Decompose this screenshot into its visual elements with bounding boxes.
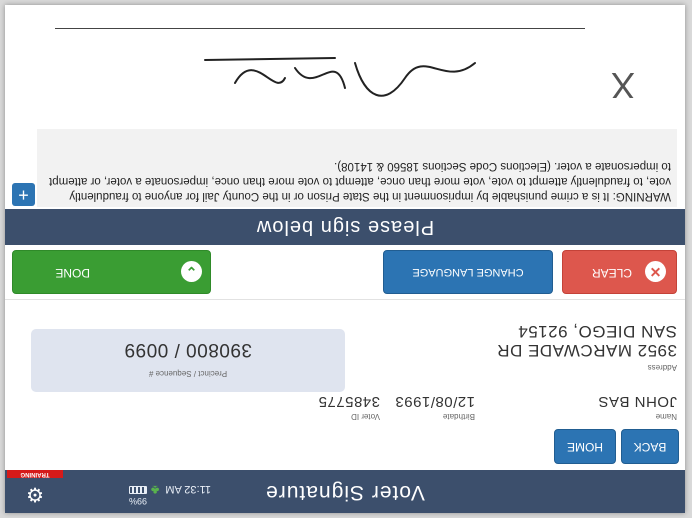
signature-line — [55, 28, 585, 29]
voter-name: JOHN BAS — [597, 393, 677, 410]
clear-label: CLEAR — [591, 266, 632, 280]
clear-button[interactable]: ✕ CLEAR — [562, 250, 677, 294]
change-language-button[interactable]: CHANGE LANGUAGE — [383, 250, 553, 294]
name-label: Name — [655, 412, 677, 421]
battery-indicator: 99% — [127, 486, 149, 506]
voter-id-label: Voter ID — [351, 412, 380, 421]
address-line2: SAN DIEGO, 92154 — [517, 322, 677, 341]
done-button[interactable]: ⌄ DONE — [12, 250, 211, 294]
sign-prompt-bar: Please sign below — [5, 209, 685, 245]
signature-x-mark: X — [610, 65, 635, 106]
battery-text: 99% — [129, 496, 148, 506]
page-title: Voter Signature — [265, 481, 425, 504]
home-button[interactable]: HOME — [554, 429, 616, 464]
address-label: Address — [647, 363, 677, 372]
warning-text: WARNING: It is a crime punishable by imp… — [37, 129, 677, 207]
close-icon: ✕ — [645, 261, 666, 282]
birthdate-label: Birthdate — [442, 412, 475, 421]
expand-warning-button[interactable]: + — [12, 183, 35, 206]
address-line1: 3952 MARCWADE DR — [496, 341, 677, 360]
top-bar: Voter Signature 11:32 AM ♣ 99% ⚙ TRAINING — [5, 470, 685, 513]
precinct-label: Precinct / Sequence # — [148, 369, 228, 378]
battery-icon — [129, 486, 147, 494]
network-icon: ♣ — [150, 483, 160, 498]
done-label: DONE — [55, 266, 90, 280]
voter-signature-screen: Voter Signature 11:32 AM ♣ 99% ⚙ TRAINING… — [5, 5, 685, 513]
clock: 11:32 AM ♣ — [151, 483, 211, 498]
gear-icon[interactable]: ⚙ — [23, 483, 47, 505]
precinct-value: 390800 / 0099 — [124, 339, 253, 360]
precinct-box: Precinct / Sequence # 390800 / 0099 — [31, 329, 345, 392]
voter-id-value: 3485775 — [318, 393, 380, 410]
back-button[interactable]: BACK — [621, 429, 679, 464]
birthdate-value: 12/08/1993 — [394, 393, 475, 410]
chevron-down-icon: ⌄ — [181, 261, 202, 282]
divider — [5, 299, 685, 300]
signature-stroke — [204, 57, 476, 97]
training-badge: TRAINING — [7, 470, 63, 478]
time-text: 11:32 AM — [165, 483, 211, 495]
